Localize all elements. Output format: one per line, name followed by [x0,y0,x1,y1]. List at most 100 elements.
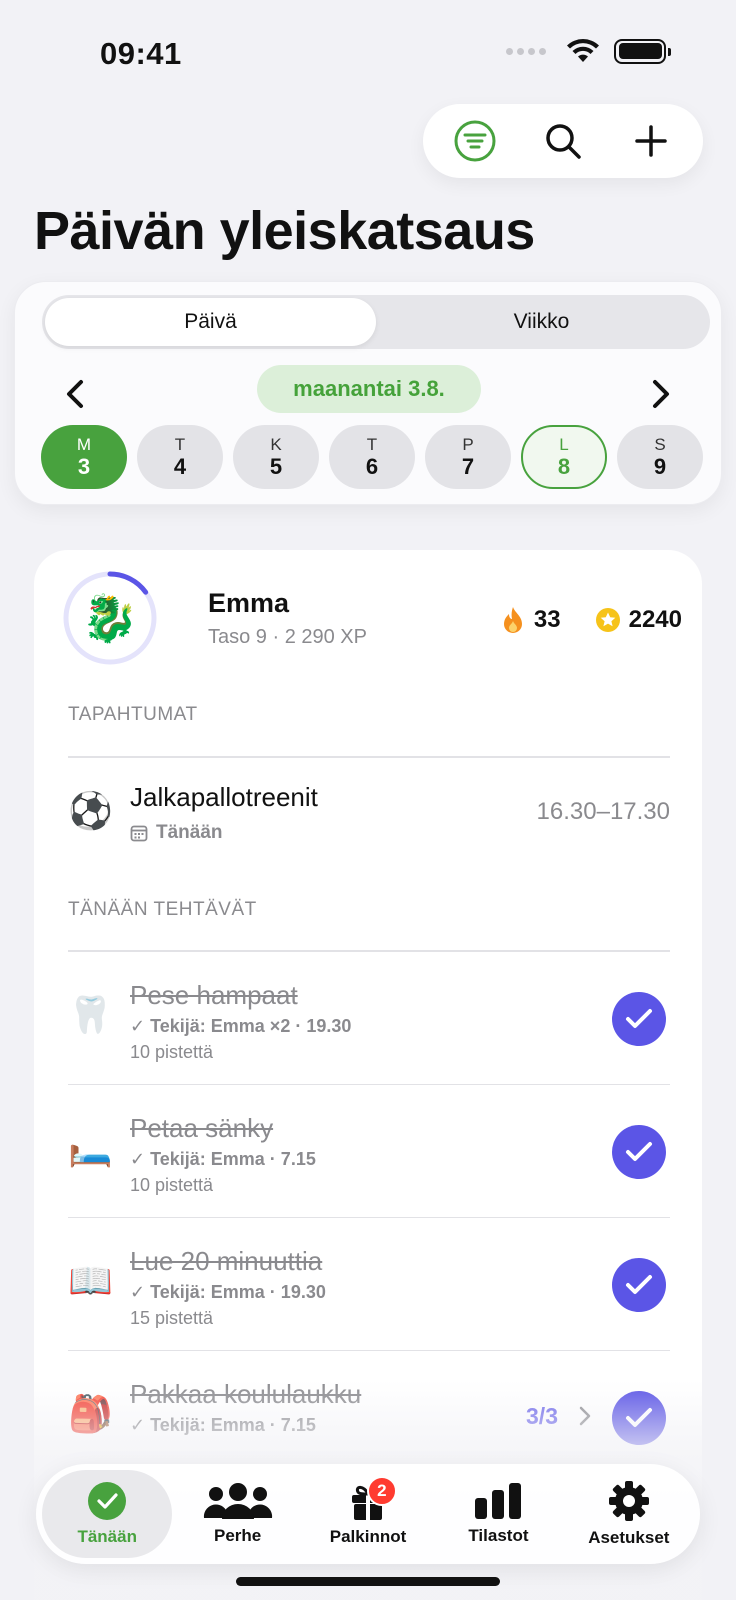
tab-label: Palkinnot [329,1527,407,1546]
tasks-section-header: TÄNÄÄN TEHTÄVÄT [68,899,257,920]
tab-label: Tänään [77,1527,137,1546]
avatar: 🐉 [62,570,158,666]
status-bar: 09:41 [0,0,736,100]
event-row[interactable]: ⚽ Jalkapallotreenit Tänään 16.30–17.30 [68,776,670,876]
subtask-counter: 3/3 [526,1403,558,1429]
overview-card: 🐉 Emma Taso 9 · 2 290 XP 33 2240 TAPAHTU… [34,550,702,1600]
day-chip[interactable]: M3 [41,425,127,489]
task-title: Pakkaa koululaukku [130,1379,362,1409]
day-letter: S [654,434,666,454]
next-day-button[interactable] [641,374,681,414]
tab-label: Asetukset [588,1528,670,1547]
status-time: 09:41 [100,36,182,71]
points-count: 2240 [628,606,682,633]
chevron-right-icon [653,380,669,408]
day-chip[interactable]: S9 [617,425,703,489]
star-coin-icon [595,607,621,633]
checkmark-icon [626,1009,652,1028]
tab-today[interactable]: Tänään [42,1470,173,1558]
checkmark-icon [626,1408,652,1427]
task-row[interactable]: 🦷 Pese hampaat ✓ Tekijä: Emma ×2 · 19.30… [68,952,670,1085]
chevron-left-icon [67,380,83,408]
tab-settings[interactable]: Asetukset [564,1470,694,1558]
day-chip[interactable]: L8 [521,425,607,489]
event-date-label: Tänään [156,822,223,843]
tab-family[interactable]: Perhe [172,1470,302,1558]
soccer-ball-icon: ⚽ [68,790,113,831]
segment-day[interactable]: Päivä [45,298,376,346]
segment-week[interactable]: Viikko [376,298,707,346]
people-icon [203,1483,272,1519]
task-assignee: ✓ Tekijä: Emma · 7.15 [130,1149,316,1169]
add-button[interactable] [621,111,681,171]
task-complete-checkbox[interactable] [612,1258,666,1312]
task-assignee: ✓ Tekijä: Emma · 7.15 [130,1415,316,1435]
task-title: Petaa sänky [130,1113,274,1143]
filter-icon [454,120,496,162]
page-title: Päivän yleiskatsaus [34,201,535,261]
divider [68,756,670,758]
day-letter: T [366,434,378,454]
task-title: Pese hampaat [130,980,298,1010]
streak-count: 33 [533,606,561,633]
tooth-icon: 🦷 [68,994,113,1035]
checkmark-icon [626,1275,652,1294]
checkmark-icon [626,1142,652,1161]
task-assignee: ✓ Tekijä: Emma ×2 · 19.30 [130,1016,352,1036]
battery-icon [614,38,671,64]
status-icons [506,38,671,64]
tab-stats[interactable]: Tilastot [433,1470,563,1558]
day-selector: M3 T4 K5 T6 P7 L8 S9 [41,425,703,489]
bar-chart-icon [475,1483,522,1519]
event-title: Jalkapallotreenit [130,782,318,812]
search-button[interactable] [533,111,593,171]
day-number: 6 [365,453,379,479]
task-points: 15 pistettä [130,1308,214,1328]
task-title: Lue 20 minuuttia [130,1246,323,1276]
day-letter: T [174,434,186,454]
filter-button[interactable] [445,111,505,171]
task-complete-checkbox[interactable] [612,992,666,1046]
day-number: 4 [173,453,187,479]
task-assignee-text: Tekijä: Emma · 7.15 [150,1415,316,1435]
profile-name: Emma [208,588,290,618]
task-assignee-text: Tekijä: Emma ×2 · 19.30 [150,1016,352,1036]
event-date: Tänään [130,822,223,844]
task-row[interactable]: 🛏️ Petaa sänky ✓ Tekijä: Emma · 7.15 10 … [68,1085,670,1218]
day-chip[interactable]: T4 [137,425,223,489]
day-chip[interactable]: P7 [425,425,511,489]
events-section-header: TAPAHTUMAT [68,704,198,725]
tab-rewards[interactable]: Palkinnot 2 [303,1470,433,1558]
day-letter: M [76,434,92,454]
task-assignee-text: Tekijä: Emma · 19.30 [150,1282,326,1302]
search-icon [546,124,581,159]
profile-header[interactable]: 🐉 Emma Taso 9 · 2 290 XP 33 2240 [62,570,682,670]
task-complete-checkbox[interactable] [612,1125,666,1179]
top-toolbar [423,104,703,178]
backpack-icon: 🎒 [68,1393,113,1434]
task-complete-checkbox[interactable] [612,1391,666,1445]
day-letter: L [559,434,569,454]
plus-icon [635,125,667,157]
day-number: 8 [557,453,571,479]
day-letter: K [270,434,282,454]
day-number: 5 [269,453,283,479]
day-number: 9 [653,453,667,479]
view-segmented-control: Päivä Viikko [42,295,710,349]
tab-bar: Tänään Perhe Palkinnot 2 Tilastot Asetuk… [36,1464,700,1564]
tab-label: Perhe [213,1526,262,1545]
current-date-label[interactable]: maanantai 3.8. [257,365,481,413]
home-indicator [236,1577,500,1586]
book-icon: 📖 [68,1260,113,1301]
bed-icon: 🛏️ [68,1127,113,1168]
day-chip[interactable]: T6 [329,425,415,489]
task-row[interactable]: 📖 Lue 20 minuuttia ✓ Tekijä: Emma · 19.3… [68,1218,670,1351]
signal-dots-icon [506,47,546,55]
previous-day-button[interactable] [55,374,95,414]
notification-badge: 2 [366,1476,397,1506]
flame-icon [500,607,526,633]
task-expand-button[interactable] [578,1405,592,1432]
day-number: 3 [77,453,91,479]
day-chip[interactable]: K5 [233,425,319,489]
calendar-icon [130,825,148,842]
